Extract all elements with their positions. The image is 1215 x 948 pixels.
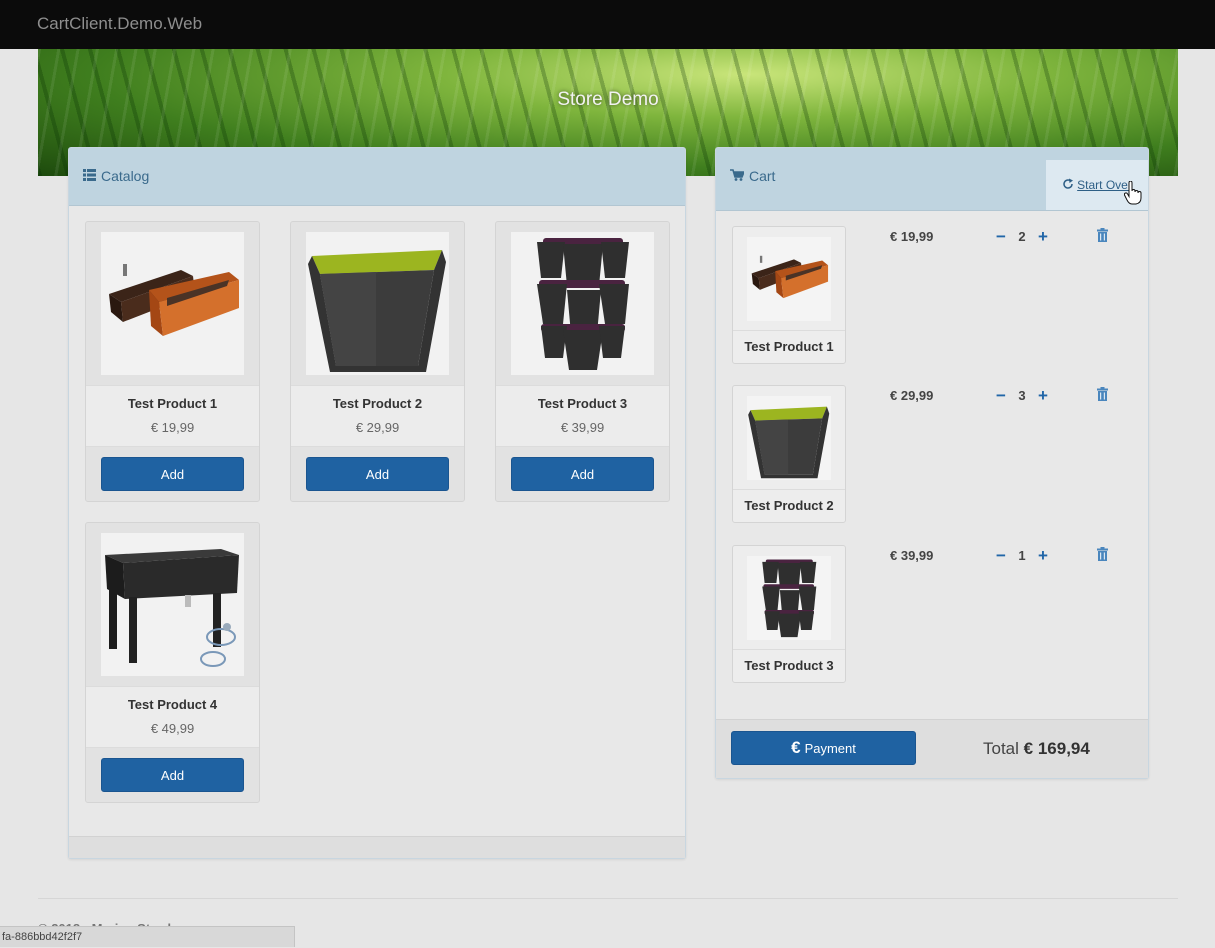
plus-icon[interactable]: + — [1038, 228, 1048, 245]
add-to-cart-button[interactable]: Add — [306, 457, 449, 491]
minus-icon[interactable]: − — [996, 547, 1006, 564]
quantity-value: 1 — [1018, 548, 1026, 563]
cart-item-card: Test Product 3 — [732, 545, 846, 683]
refresh-icon — [1062, 178, 1074, 193]
cart-item-card: Test Product 1 — [732, 226, 846, 364]
product-image — [101, 533, 244, 676]
quantity-stepper: − 2 + — [996, 228, 1048, 245]
cart-item-image — [747, 396, 831, 480]
cart-item-price: € 19,99 — [890, 229, 934, 244]
quantity-value: 3 — [1018, 388, 1026, 403]
euro-icon: € — [791, 738, 801, 757]
cart-item-image — [747, 556, 831, 640]
catalog-panel: Catalog Test Product 1 € 19,99 Add Test … — [68, 147, 686, 859]
footer-divider — [38, 898, 1178, 899]
product-name: Test Product 3 — [537, 396, 628, 411]
payment-button[interactable]: € Payment — [731, 731, 916, 765]
cart-title: Cart — [749, 168, 776, 184]
minus-icon[interactable]: − — [996, 387, 1006, 404]
product-image — [511, 232, 654, 375]
list-icon — [83, 168, 96, 184]
add-to-cart-button[interactable]: Add — [511, 457, 654, 491]
minus-icon[interactable]: − — [996, 228, 1006, 245]
cart-item-price: € 39,99 — [890, 548, 934, 563]
cart-panel-footer: € Payment Total € 169,94 — [716, 719, 1148, 778]
trash-icon[interactable] — [1097, 547, 1108, 566]
quantity-stepper: − 3 + — [996, 387, 1048, 404]
add-to-cart-button[interactable]: Add — [101, 758, 244, 792]
hand-pointer-icon — [1123, 180, 1142, 210]
product-price: € 29,99 — [355, 420, 400, 435]
product-price: € 39,99 — [560, 420, 605, 435]
product-name: Test Product 1 — [127, 396, 218, 411]
catalog-panel-heading: Catalog — [69, 148, 685, 206]
trash-icon[interactable] — [1097, 387, 1108, 406]
quantity-value: 2 — [1018, 229, 1026, 244]
add-to-cart-button[interactable]: Add — [101, 457, 244, 491]
product-price: € 19,99 — [150, 420, 195, 435]
product-image — [306, 232, 449, 375]
trash-icon[interactable] — [1097, 228, 1108, 247]
top-navbar: CartClient.Demo.Web — [0, 0, 1215, 49]
cart-item-card: Test Product 2 — [732, 385, 846, 523]
product-card: Test Product 3 € 39,99 Add — [495, 221, 670, 502]
cart-item-image — [747, 237, 831, 321]
cart-item-price: € 29,99 — [890, 388, 934, 403]
product-image — [101, 232, 244, 375]
cart-heading: Cart — [730, 168, 775, 184]
payment-label: Payment — [804, 740, 856, 756]
banner-title: Store Demo — [557, 89, 659, 110]
browser-status-bar: fa-886bbd42f2f7 — [0, 926, 295, 947]
product-name: Test Product 4 — [127, 697, 218, 712]
cart-total: Total € 169,94 — [983, 739, 1090, 759]
cart-item-name: Test Product 3 — [733, 649, 845, 683]
plus-icon[interactable]: + — [1038, 547, 1048, 564]
quantity-stepper: − 1 + — [996, 547, 1048, 564]
catalog-heading: Catalog — [83, 168, 149, 184]
cart-item-name: Test Product 1 — [733, 330, 845, 364]
cart-panel: Cart Start Over Test Product 1 € 19,99 −… — [715, 147, 1149, 779]
cart-item-name: Test Product 2 — [733, 489, 845, 523]
catalog-panel-footer — [69, 836, 685, 858]
product-card: Test Product 4 € 49,99 Add — [85, 522, 260, 803]
shopping-cart-icon — [730, 168, 746, 184]
catalog-title: Catalog — [101, 168, 150, 184]
total-value: € 169,94 — [1023, 739, 1090, 758]
product-name: Test Product 2 — [332, 396, 423, 411]
plus-icon[interactable]: + — [1038, 387, 1048, 404]
product-card: Test Product 1 € 19,99 Add — [85, 221, 260, 502]
product-price: € 49,99 — [150, 721, 195, 736]
navbar-brand[interactable]: CartClient.Demo.Web — [37, 14, 202, 34]
cart-panel-heading: Cart Start Over — [716, 148, 1148, 211]
total-label: Total — [983, 739, 1019, 758]
product-card: Test Product 2 € 29,99 Add — [290, 221, 465, 502]
